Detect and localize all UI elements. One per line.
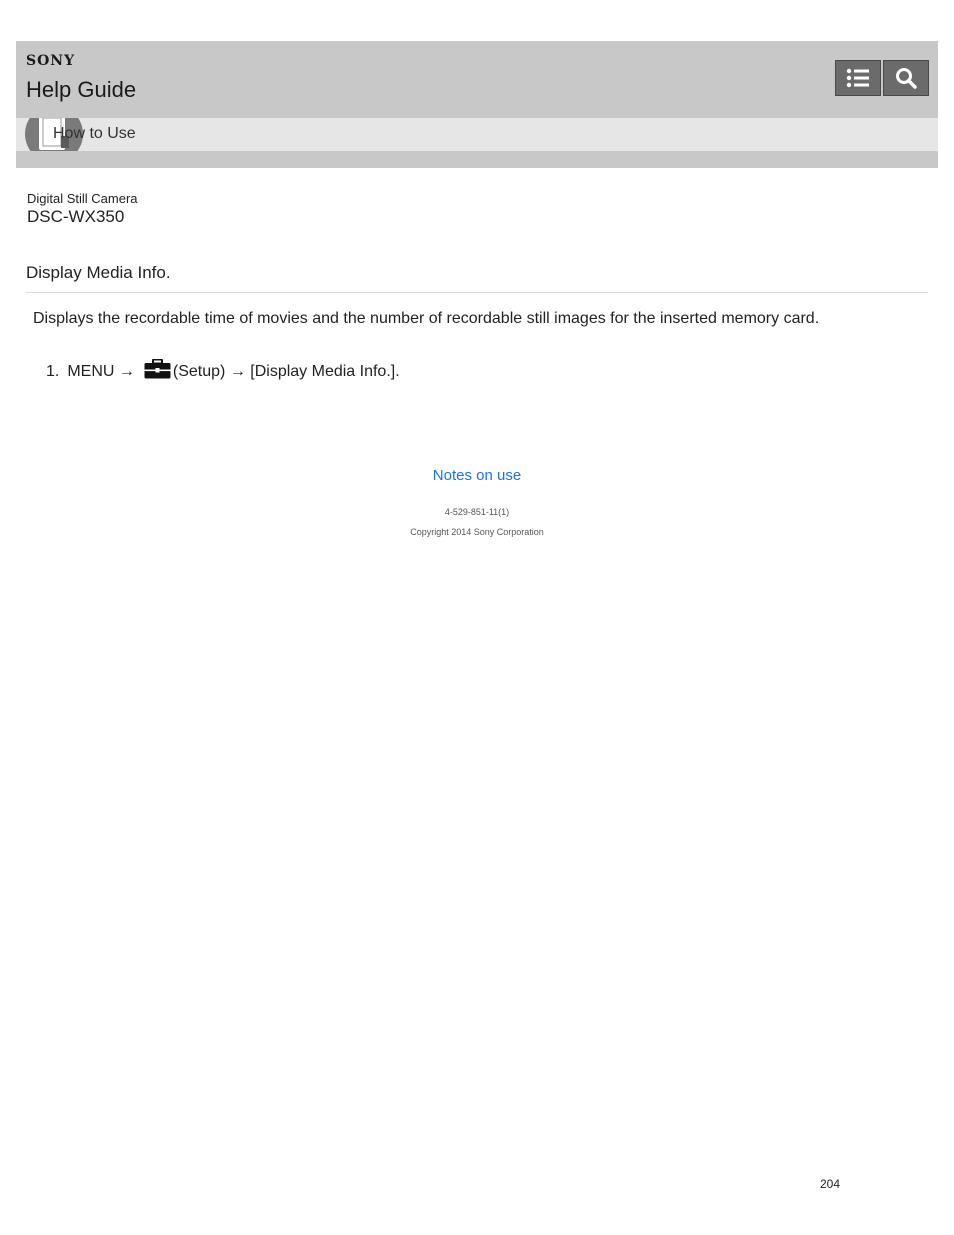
- app-title: Help Guide: [26, 77, 137, 102]
- search-icon: [896, 68, 917, 89]
- topic-description: Displays the recordable time of movies a…: [33, 310, 820, 327]
- step-item: 1. MENU → (Setup) → [Display Media Info.…: [46, 358, 400, 384]
- step-suffix: (Setup) → [Display Media Info.].: [172, 362, 400, 380]
- copyright: Copyright 2014 Sony Corporation: [410, 527, 544, 537]
- step-prefix: MENU →: [67, 362, 135, 380]
- search-button[interactable]: [883, 60, 929, 96]
- brand-logo: SONY: [26, 53, 76, 69]
- page-number: 204: [820, 1177, 841, 1191]
- notes-on-use-link[interactable]: Notes on use: [0, 467, 954, 484]
- toolbox-icon: [144, 358, 171, 384]
- header-buttons: [835, 60, 929, 96]
- step-number: 1.: [46, 362, 60, 380]
- page-title: Display Media Info.: [26, 263, 171, 282]
- product-category: Digital Still Camera: [27, 191, 138, 206]
- divider: [26, 292, 928, 293]
- page: SONY Help Guide How to Use Digital Still…: [0, 0, 954, 1235]
- site-header: SONY Help Guide How to Use: [16, 41, 938, 168]
- product-model: DSC-WX350: [27, 207, 125, 226]
- breadcrumb-label[interactable]: How to Use: [53, 125, 136, 143]
- document-code: 4-529-851-11(1): [444, 507, 510, 517]
- table-of-contents-button[interactable]: [835, 60, 881, 96]
- breadcrumb: How to Use: [16, 118, 938, 151]
- list-icon: [846, 68, 869, 88]
